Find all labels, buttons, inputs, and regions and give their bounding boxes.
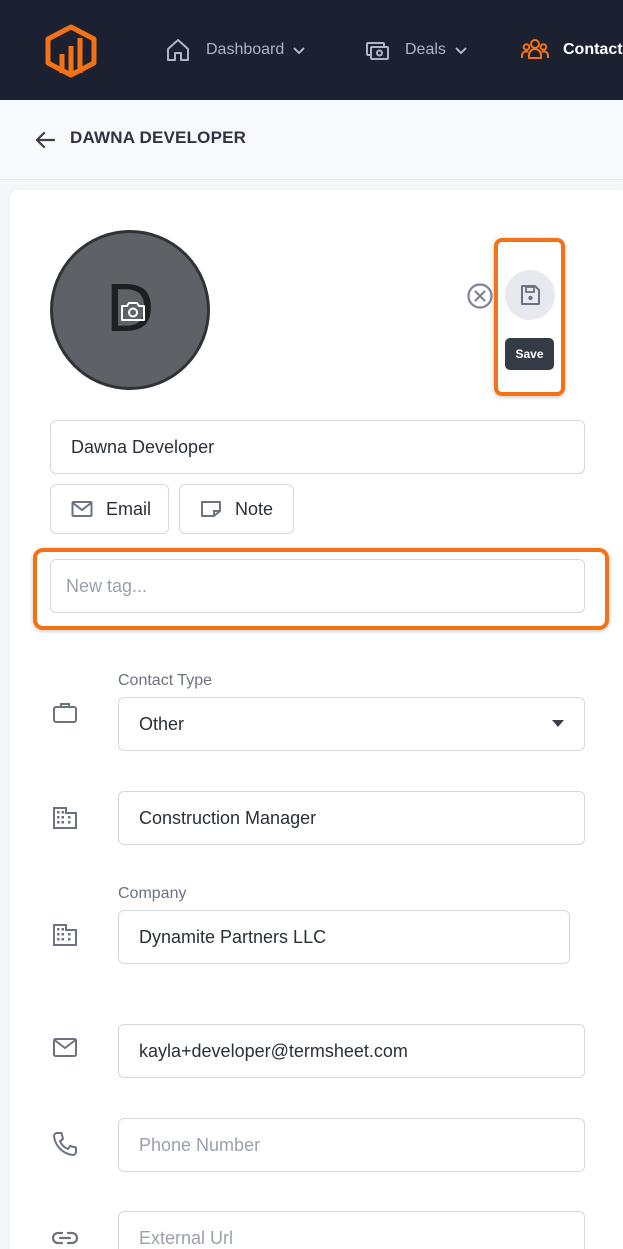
company-label: Company <box>118 885 187 902</box>
home-icon <box>164 36 192 64</box>
phone-number-input[interactable]: Phone Number <box>118 1118 585 1172</box>
nav-deals[interactable]: Deals <box>363 36 468 64</box>
chevron-down-icon <box>292 43 306 57</box>
chevron-down-icon <box>454 43 468 57</box>
company-field[interactable]: Dynamite Partners LLC <box>118 910 570 964</box>
contact-type-select[interactable]: Other <box>118 697 585 751</box>
highlight-tag <box>33 548 609 630</box>
email-field[interactable]: kayla+developer@termsheet.com <box>118 1024 585 1078</box>
cancel-icon[interactable] <box>466 282 494 310</box>
caret-down-icon <box>552 720 564 727</box>
email-value: kayla+developer@termsheet.com <box>139 1040 408 1061</box>
nav-dashboard-label: Dashboard <box>206 41 285 58</box>
building-icon <box>53 807 77 829</box>
contact-type-label: Contact Type <box>118 672 212 689</box>
email-icon <box>53 1038 77 1057</box>
contacts-icon <box>521 36 549 64</box>
avatar[interactable]: D <box>50 230 210 390</box>
app-logo[interactable] <box>44 24 98 78</box>
name-field[interactable]: Dawna Developer <box>50 420 585 474</box>
back-arrow-icon[interactable] <box>33 128 57 152</box>
email-button-label: Email <box>106 498 152 519</box>
name-field-value: Dawna Developer <box>71 436 215 457</box>
briefcase-icon <box>53 703 77 723</box>
nav-dashboard[interactable]: Dashboard <box>164 36 306 64</box>
phone-icon <box>53 1132 77 1156</box>
link-icon <box>51 1231 79 1245</box>
highlight-save <box>494 238 565 396</box>
note-icon <box>200 500 222 518</box>
nav-deals-label: Deals <box>405 41 446 58</box>
job-title-value: Construction Manager <box>139 807 317 828</box>
phone-placeholder: Phone Number <box>139 1134 261 1155</box>
camera-icon[interactable] <box>120 300 146 322</box>
email-button[interactable]: Email <box>50 484 169 534</box>
note-button-label: Note <box>235 498 274 519</box>
page-title: DAWNA DEVELOPER <box>70 128 247 147</box>
job-title-field[interactable]: Construction Manager <box>118 791 585 845</box>
company-building-icon <box>53 924 77 946</box>
contact-type-value: Other <box>139 713 185 734</box>
envelope-icon <box>71 500 93 518</box>
company-value: Dynamite Partners LLC <box>139 926 327 947</box>
top-navigation: Dashboard Deals Contacts <box>0 0 623 100</box>
external-url-input[interactable]: External Url <box>118 1211 585 1249</box>
nav-contacts-label: Contacts <box>563 41 623 58</box>
note-button[interactable]: Note <box>179 484 294 534</box>
deals-icon <box>363 36 391 64</box>
nav-contacts[interactable]: Contacts <box>521 36 623 64</box>
url-placeholder: External Url <box>139 1227 234 1248</box>
